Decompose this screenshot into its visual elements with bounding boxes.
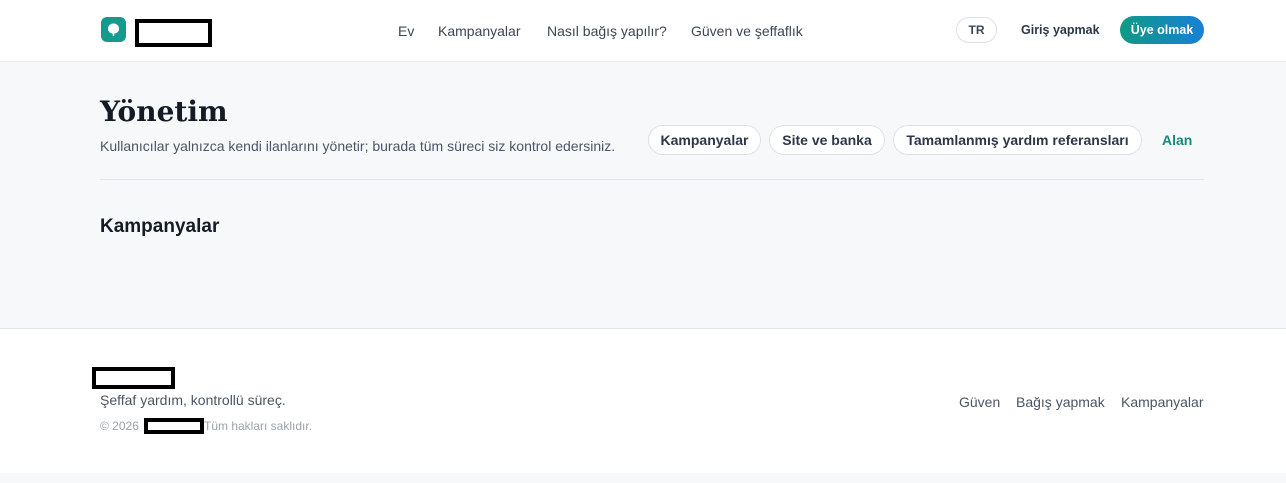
tab-completed-aid-references[interactable]: Tamamlanmış yardım referansları — [893, 125, 1142, 155]
tab-site-and-bank[interactable]: Site ve banka — [769, 125, 885, 155]
page-subtitle: Kullanıcılar yalnızca kendi ilanlarını y… — [100, 138, 616, 154]
footer-copyright-text: Tüm hakları saklıdır. — [204, 419, 313, 433]
section-divider — [100, 179, 1204, 180]
login-link[interactable]: Giriş yapmak — [1021, 21, 1100, 39]
alan-link[interactable]: Alan — [1162, 131, 1192, 149]
footer-link-donate[interactable]: Bağış yapmak — [1016, 393, 1105, 411]
language-switch-button[interactable]: TR — [956, 17, 997, 43]
redacted-copyright-brand — [144, 418, 204, 434]
footer-copyright-year: © 2026 — [100, 419, 139, 433]
nav-item-how-to-donate[interactable]: Nasıl bağış yapılır? — [547, 21, 667, 41]
signup-button[interactable]: Üye olmak — [1120, 16, 1204, 44]
footer-link-trust[interactable]: Güven — [959, 393, 1000, 411]
section-title: Kampanyalar — [100, 216, 220, 237]
page-bottom-strip — [0, 473, 1286, 483]
nav-item-home[interactable]: Ev — [398, 21, 414, 41]
top-header: Ev Kampanyalar Nasıl bağış yapılır? Güve… — [0, 0, 1286, 62]
tab-campaigns[interactable]: Kampanyalar — [648, 125, 761, 155]
nav-item-trust-transparency[interactable]: Güven ve şeffaflık — [691, 21, 803, 41]
footer-link-campaigns[interactable]: Kampanyalar — [1121, 393, 1204, 411]
redacted-brand-name — [135, 19, 212, 47]
footer-tagline: Şeffaf yardım, kontrollü süreç. — [100, 392, 286, 408]
redacted-footer-brand — [92, 367, 175, 389]
page-footer: Şeffaf yardım, kontrollü süreç. © 2026 T… — [0, 328, 1286, 473]
leaf-logo-icon[interactable] — [101, 17, 126, 42]
nav-item-campaigns[interactable]: Kampanyalar — [438, 21, 521, 41]
page-title: Yönetim — [100, 95, 228, 128]
